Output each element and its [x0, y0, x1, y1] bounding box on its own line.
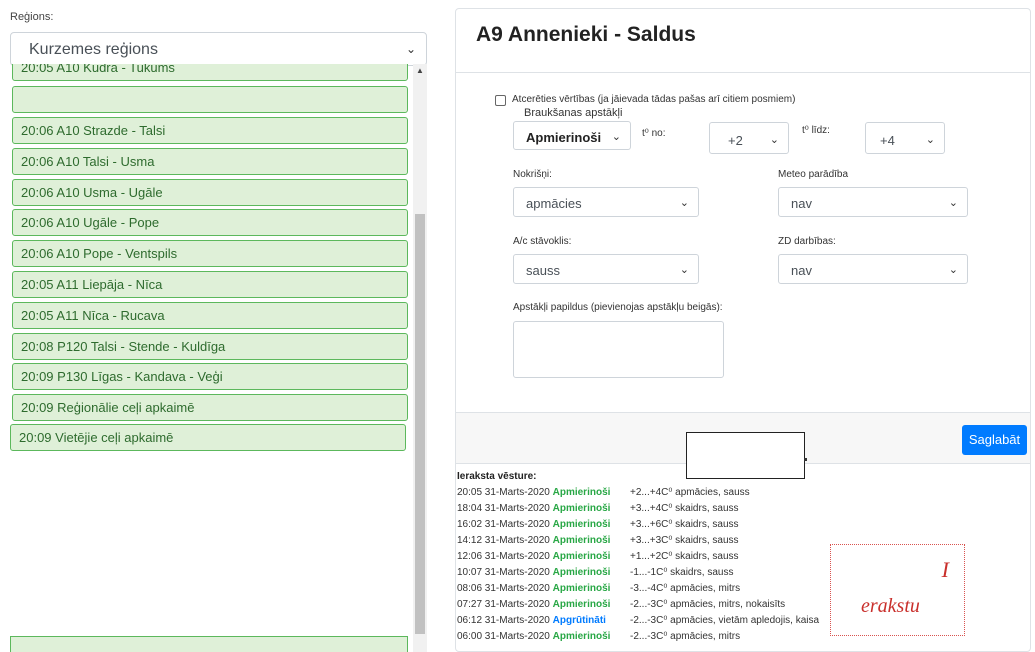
history-detail: +2...+4C⁰ apmācies, sauss [630, 487, 750, 498]
road-select[interactable]: sauss ⌄ [513, 254, 699, 284]
region-label: Reģions: [10, 11, 54, 23]
history-row: 20:05 31-Marts-2020 Apmierinoši +2...+4C⁰… [457, 487, 750, 498]
list-item[interactable]: 20:05 A11 Nīca - Rucava [12, 302, 408, 329]
history-detail: -3...-4C⁰ apmācies, mitrs [630, 583, 741, 594]
history-row: 06:00 31-Marts-2020 Apmierinoši -2...-3C⁰… [457, 631, 740, 642]
t-from-value: +2 [728, 133, 743, 148]
t-to-value: +4 [880, 133, 895, 148]
history-time: 16:02 31-Marts-2020 Apmierinoši [457, 519, 611, 530]
history-row: 06:12 31-Marts-2020 Apgrūtināti -2...-3C⁰… [457, 615, 819, 626]
history-row: 18:04 31-Marts-2020 Apmierinoši +3...+4C⁰… [457, 503, 739, 514]
history-title: Ieraksta vēsture: [457, 471, 537, 482]
chevron-down-icon: ⌄ [769, 134, 779, 146]
history-detail: +3...+3C⁰ skaidrs, sauss [630, 535, 739, 546]
road-label: A/c stāvoklis: [513, 236, 572, 247]
list-item[interactable]: 20:09 Reģionālie ceļi apkaimē [12, 394, 408, 421]
list-blank-area [0, 453, 413, 652]
chevron-down-icon: ⌄ [679, 197, 689, 209]
t-from-select[interactable]: +2 ⌄ [709, 122, 789, 154]
history-row: 07:27 31-Marts-2020 Apmierinoši -2...-3C⁰… [457, 599, 785, 610]
meteo-label: Meteo parādība [778, 169, 849, 180]
history-time: 06:00 31-Marts-2020 Apmierinoši [457, 631, 611, 642]
history-row: 08:06 31-Marts-2020 Apmierinoši -3...-4C⁰… [457, 583, 740, 594]
extra-label: Apstākļi papildus (pievienojas apstākļu … [513, 302, 723, 313]
chevron-down-icon: ⌄ [611, 131, 621, 143]
chevron-down-icon: ⌄ [948, 197, 958, 209]
card-footer: Saglabāt [456, 412, 1030, 479]
list-item[interactable]: 20:06 A10 Talsi - Usma [12, 148, 408, 175]
history-detail: -2...-3C⁰ apmācies, mitrs [630, 631, 741, 642]
decorative-dot [804, 458, 807, 461]
precip-label: Nokrišņi: [513, 169, 552, 180]
list-item[interactable]: 20:05 A11 Liepāja - Nīca [12, 271, 408, 298]
history-time: 20:05 31-Marts-2020 Apmierinoši [457, 487, 611, 498]
divider [456, 72, 1030, 73]
chevron-down-icon: ⌄ [948, 264, 958, 276]
list-item[interactable]: 20:06 A10 Strazde - Talsi [12, 117, 408, 144]
t-from-label: t⁰ no: [642, 128, 666, 139]
left-panel: Reģions: Kurzemes reģions ⌄ 20:05 A10 Ku… [0, 0, 430, 652]
history-detail: -1...-1C⁰ skaidrs, sauss [630, 567, 734, 578]
extra-textarea[interactable] [513, 321, 724, 378]
driving-select-value: Apmierinoši [526, 130, 602, 145]
region-select[interactable]: Kurzemes reģions ⌄ [10, 32, 427, 66]
save-button[interactable]: Saglabāt [962, 425, 1027, 455]
history-time: 10:07 31-Marts-2020 Apmierinoši [457, 567, 611, 578]
annotation-text-2: erakstu [861, 595, 920, 617]
annotation-box: I erakstu [830, 544, 965, 636]
driving-label: Braukšanas apstākļi [524, 107, 623, 119]
meteo-select[interactable]: nav ⌄ [778, 187, 968, 217]
list-item[interactable]: 20:05 A10 Kudra - Tukums [12, 64, 408, 81]
remember-checkbox[interactable] [495, 95, 506, 106]
t-to-select[interactable]: +4 ⌄ [865, 122, 945, 154]
road-value: sauss [526, 263, 560, 278]
blank-overlay-box [686, 432, 805, 479]
zd-select[interactable]: nav ⌄ [778, 254, 968, 284]
chevron-down-icon: ⌄ [405, 42, 416, 56]
history-row: 14:12 31-Marts-2020 Apmierinoši +3...+3C⁰… [457, 535, 739, 546]
history-detail: +1...+2C⁰ skaidrs, sauss [630, 551, 739, 562]
zd-value: nav [791, 263, 812, 278]
history-row: 10:07 31-Marts-2020 Apmierinoši -1...-1C⁰… [457, 567, 733, 578]
history-row: 12:06 31-Marts-2020 Apmierinoši +1...+2C⁰… [457, 551, 739, 562]
page-title: A9 Annenieki - Saldus [476, 23, 696, 46]
list-item[interactable]: 20:06 A10 Ugāle - Pope [12, 209, 408, 236]
precip-select[interactable]: apmācies ⌄ [513, 187, 699, 217]
history-detail: +3...+4C⁰ skaidrs, sauss [630, 503, 739, 514]
history-detail: -2...-3C⁰ apmācies, vietām apledojis, ka… [630, 615, 820, 626]
remember-label: Atcerēties vērtības (ja jāievada tādas p… [512, 94, 796, 105]
list-item[interactable] [12, 86, 408, 113]
region-select-value: Kurzemes reģions [29, 41, 158, 58]
history-time: 07:27 31-Marts-2020 Apmierinoši [457, 599, 611, 610]
history-detail: +3...+6C⁰ skaidrs, sauss [630, 519, 739, 530]
list-item-partial[interactable] [10, 636, 408, 652]
chevron-down-icon: ⌄ [925, 134, 935, 146]
list-item[interactable]: 20:06 A10 Pope - Ventspils [12, 240, 408, 267]
list-scrollbar[interactable]: ▲ [413, 64, 427, 652]
history-time: 14:12 31-Marts-2020 Apmierinoši [457, 535, 611, 546]
t-to-label: t⁰ līdz: [802, 125, 830, 136]
history-row: 16:02 31-Marts-2020 Apmierinoši +3...+6C⁰… [457, 519, 739, 530]
chevron-down-icon: ⌄ [679, 264, 689, 276]
precip-value: apmācies [526, 196, 582, 211]
list-item[interactable]: 20:09 P130 Līgas - Kandava - Veģi [12, 363, 408, 390]
annotation-text-1: I [941, 557, 949, 582]
scroll-up-icon[interactable]: ▲ [413, 66, 427, 75]
list-item[interactable]: 20:09 Vietējie ceļi apkaimē [10, 424, 406, 451]
scroll-thumb[interactable] [415, 214, 425, 634]
history-time: 06:12 31-Marts-2020 Apgrūtināti [457, 615, 606, 626]
history-time: 08:06 31-Marts-2020 Apmierinoši [457, 583, 611, 594]
list-item[interactable]: 20:06 A10 Usma - Ugāle [12, 179, 408, 206]
driving-select[interactable]: Apmierinoši ⌄ [513, 121, 631, 150]
list-item[interactable]: 20:08 P120 Talsi - Stende - Kuldīga [12, 333, 408, 360]
history-detail: -2...-3C⁰ apmācies, mitrs, nokaisīts [630, 599, 786, 610]
history-time: 12:06 31-Marts-2020 Apmierinoši [457, 551, 611, 562]
segment-card: A9 Annenieki - Saldus Atcerēties vērtība… [455, 8, 1031, 652]
zd-label: ZD darbības: [778, 236, 836, 247]
meteo-value: nav [791, 196, 812, 211]
history-time: 18:04 31-Marts-2020 Apmierinoši [457, 503, 611, 514]
